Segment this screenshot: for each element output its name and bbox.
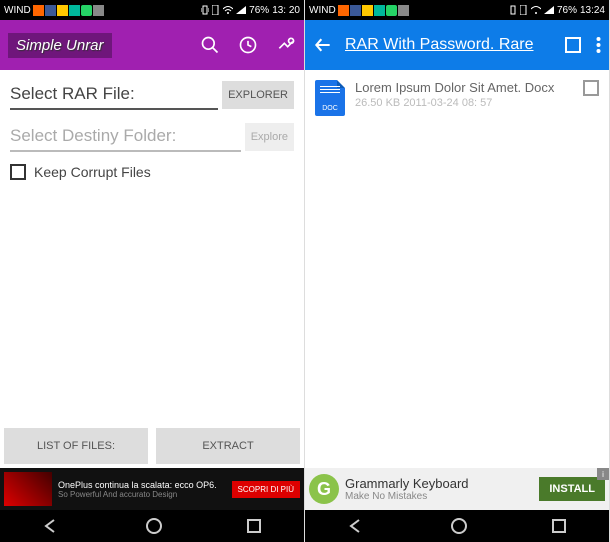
notif-icon (33, 5, 44, 16)
recent-nav-icon[interactable] (246, 518, 262, 534)
notif-icon (398, 5, 409, 16)
notif-icon (338, 5, 349, 16)
notif-icon (362, 5, 373, 16)
cell-icon (212, 5, 220, 15)
file-name: Lorem Ipsum Dolor Sit Amet. Docx (355, 80, 573, 95)
select-rar-field[interactable]: Select RAR File: (10, 80, 218, 110)
ad-banner[interactable]: G Grammarly Keyboard Make No Mistakes IN… (305, 468, 609, 510)
file-meta: 26.50 KB 2011-03-24 08: 57 (355, 97, 573, 109)
ad-line2: So Powerful And accurato Design (58, 490, 226, 499)
select-all-icon[interactable] (564, 36, 582, 54)
vibrate-icon (509, 5, 517, 15)
back-nav-icon[interactable] (42, 518, 62, 534)
file-row[interactable]: DOC Lorem Ipsum Dolor Sit Amet. Docx 26.… (305, 70, 609, 126)
settings-icon[interactable] (276, 35, 296, 55)
more-icon[interactable] (596, 36, 601, 54)
carrier-label: WIND (4, 5, 31, 16)
wifi-icon (531, 6, 541, 14)
extract-button[interactable]: EXTRACT (156, 428, 300, 464)
file-checkbox[interactable] (583, 80, 599, 96)
doc-file-icon: DOC (315, 80, 345, 116)
app-title: RAR With Password. Rare (345, 36, 552, 54)
app-bar: Simple Unrar (0, 20, 304, 70)
ad-install-button[interactable]: INSTALL (539, 477, 605, 501)
home-nav-icon[interactable] (145, 517, 163, 535)
whatsapp-icon (386, 5, 397, 16)
notif-icon (93, 5, 104, 16)
nav-bar (305, 510, 609, 542)
ad-sub: Make No Mistakes (345, 491, 533, 502)
ad-line1: OnePlus continua la scalata: ecco OP6. (58, 480, 226, 490)
status-bar: WIND 76% 13: 20 (0, 0, 304, 20)
phone-right: WIND 76% 13:24 RAR With Password. Rare (305, 0, 610, 542)
app-bar: RAR With Password. Rare (305, 20, 609, 70)
ad-banner[interactable]: OnePlus continua la scalata: ecco OP6. S… (0, 468, 304, 510)
signal-icon (236, 6, 246, 14)
notif-icon (45, 5, 56, 16)
keep-corrupt-label: Keep Corrupt Files (34, 164, 151, 180)
recent-nav-icon[interactable] (551, 518, 567, 534)
main-content: DOC Lorem Ipsum Dolor Sit Amet. Docx 26.… (305, 70, 609, 468)
ad-close-icon[interactable]: i (597, 468, 609, 480)
nav-bar (0, 510, 304, 542)
home-nav-icon[interactable] (450, 517, 468, 535)
search-icon[interactable] (200, 35, 220, 55)
notif-icon (374, 5, 385, 16)
time-label: 13:24 (580, 5, 605, 16)
vibrate-icon (201, 5, 209, 15)
phone-left: WIND 76% 13: 20 Simple Unrar (0, 0, 305, 542)
keep-corrupt-checkbox[interactable] (10, 164, 26, 180)
signal-icon (544, 6, 554, 14)
ad-title: Grammarly Keyboard (345, 476, 533, 491)
battery-label: 76% (557, 5, 577, 16)
whatsapp-icon (81, 5, 92, 16)
back-icon[interactable] (313, 35, 333, 55)
list-files-button[interactable]: LIST OF FILES: (4, 428, 148, 464)
back-nav-icon[interactable] (347, 518, 367, 534)
carrier-label: WIND (309, 5, 336, 16)
notif-icon (350, 5, 361, 16)
notif-icon (57, 5, 68, 16)
grammarly-icon: G (309, 474, 339, 504)
ad-cta[interactable]: SCOPRI DI PIÙ (232, 481, 300, 498)
cell-icon (520, 5, 528, 15)
time-label: 13: 20 (272, 5, 300, 16)
history-icon[interactable] (238, 35, 258, 55)
explore-button[interactable]: Explore (245, 123, 294, 151)
wifi-icon (223, 6, 233, 14)
explorer-button[interactable]: EXPLORER (222, 81, 294, 109)
battery-label: 76% (249, 5, 269, 16)
app-title: Simple Unrar (8, 33, 112, 58)
notif-icon (69, 5, 80, 16)
main-content: Select RAR File: EXPLORER Select Destiny… (0, 70, 304, 468)
status-bar: WIND 76% 13:24 (305, 0, 609, 20)
ad-image (4, 472, 52, 506)
select-dest-field[interactable]: Select Destiny Folder: (10, 122, 241, 152)
